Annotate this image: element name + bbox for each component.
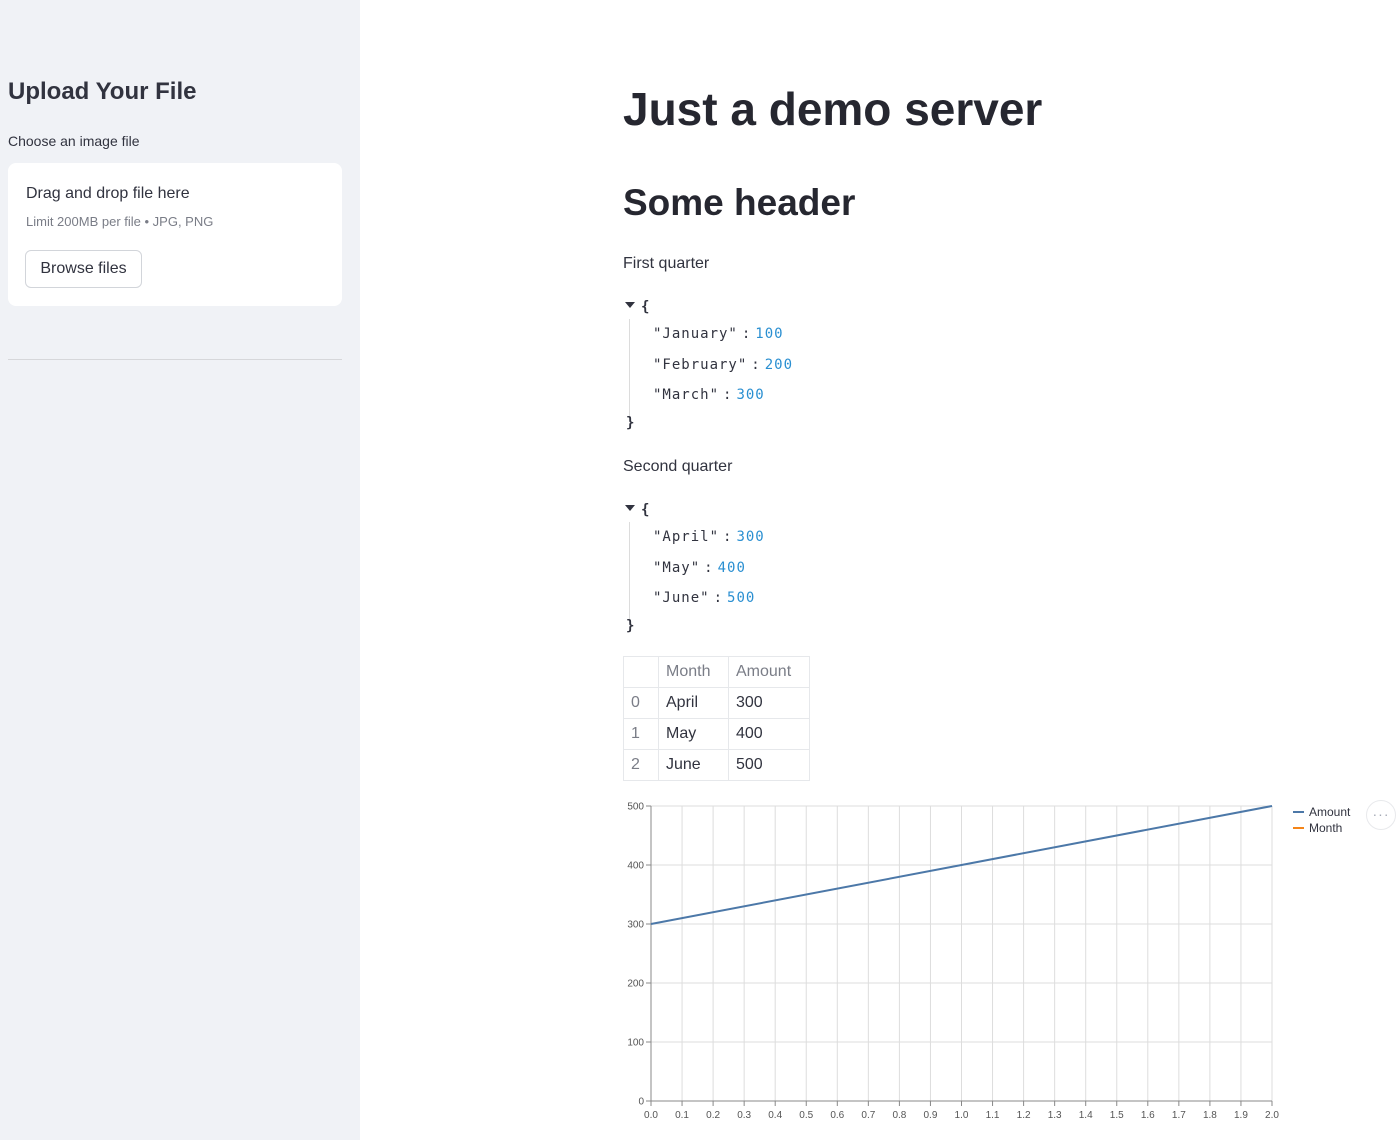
section-header: Some header bbox=[623, 182, 856, 223]
page-title: Just a demo server bbox=[623, 83, 1043, 135]
json-key: "May" bbox=[653, 560, 701, 576]
q1-caption: First quarter bbox=[623, 255, 710, 272]
x-tick-label: 1.8 bbox=[1203, 1110, 1217, 1121]
y-tick-label: 500 bbox=[627, 802, 644, 813]
collapse-toggle-icon[interactable] bbox=[625, 302, 635, 308]
line-chart: 0.0 0.1 0.2 0.3 0.4 0.5 0.6 0.7 0.8 0.9 1.0 1.1 1.2 1… bbox=[627, 802, 1351, 1122]
x-tick-label: 0.0 bbox=[644, 1110, 658, 1121]
row-index: 0 bbox=[623, 687, 659, 719]
x-tick-label: 1.3 bbox=[1048, 1110, 1062, 1121]
x-tick-label: 2.0 bbox=[1265, 1110, 1279, 1121]
chart-menu-icon[interactable]: ··· bbox=[1366, 800, 1396, 830]
table-row: 0 April 300 bbox=[623, 687, 810, 719]
x-tick-label: 1.1 bbox=[986, 1110, 1000, 1121]
x-tick-label: 0.6 bbox=[830, 1110, 844, 1121]
x-tick-label: 0.9 bbox=[923, 1110, 937, 1121]
column-header[interactable]: Amount bbox=[728, 656, 810, 688]
json-colon: : bbox=[713, 590, 724, 606]
table-cell: May bbox=[658, 718, 729, 750]
table-cell: 400 bbox=[728, 718, 810, 750]
json-indent-guide bbox=[629, 319, 630, 417]
json-key: "February" bbox=[653, 357, 748, 373]
json-indent-guide bbox=[629, 522, 630, 620]
x-tick-label: 0.2 bbox=[706, 1110, 720, 1121]
dropzone-limit: Limit 200MB per file • JPG, PNG bbox=[26, 214, 214, 229]
x-tick-label: 0.3 bbox=[737, 1110, 751, 1121]
json-key: "April" bbox=[653, 529, 720, 545]
row-index: 2 bbox=[623, 749, 659, 781]
json-open-brace: { bbox=[641, 299, 650, 315]
y-tick-label: 100 bbox=[627, 1038, 644, 1049]
json-value: 400 bbox=[717, 560, 746, 576]
json-value: 300 bbox=[736, 529, 765, 545]
y-tick-label: 400 bbox=[627, 861, 644, 872]
x-tick-label: 0.4 bbox=[768, 1110, 782, 1121]
json-key: "January" bbox=[653, 326, 738, 342]
sidebar: Upload Your File Choose an image file Dr… bbox=[0, 0, 360, 1140]
table-row: 2 June 500 bbox=[623, 749, 810, 781]
q2-caption: Second quarter bbox=[623, 458, 733, 475]
y-tick-label: 0 bbox=[638, 1097, 644, 1108]
table-cell: 300 bbox=[728, 687, 810, 719]
json-key: "March" bbox=[653, 387, 720, 403]
column-header-index bbox=[623, 656, 659, 688]
x-tick-label: 0.7 bbox=[861, 1110, 875, 1121]
table-cell: April bbox=[658, 687, 729, 719]
x-tick-label: 1.7 bbox=[1172, 1110, 1186, 1121]
x-tick-label: 1.0 bbox=[955, 1110, 969, 1121]
x-tick-label: 0.8 bbox=[892, 1110, 906, 1121]
json-close-brace: } bbox=[626, 618, 635, 634]
uploader-label: Choose an image file bbox=[8, 133, 140, 149]
file-dropzone[interactable]: Drag and drop file here Limit 200MB per … bbox=[8, 163, 342, 306]
legend-label: Month bbox=[1309, 821, 1342, 835]
x-tick-label: 1.2 bbox=[1017, 1110, 1031, 1121]
legend-label: Amount bbox=[1309, 805, 1351, 819]
json-key: "June" bbox=[653, 590, 710, 606]
json-value: 100 bbox=[755, 326, 784, 342]
json-open-brace: { bbox=[641, 502, 650, 518]
json-colon: : bbox=[751, 357, 761, 373]
y-tick-label: 200 bbox=[627, 979, 644, 990]
json-value: 300 bbox=[736, 387, 765, 403]
x-tick-label: 1.6 bbox=[1141, 1110, 1155, 1121]
collapse-toggle-icon[interactable] bbox=[625, 505, 635, 511]
x-tick-label: 1.4 bbox=[1079, 1110, 1093, 1121]
json-value: 500 bbox=[727, 590, 756, 606]
data-table: Month Amount 0 April 300 1 May 400 2 Jun… bbox=[623, 656, 810, 781]
json-viewer-q1: { "January":100 "February":200 "March":3… bbox=[623, 299, 923, 439]
x-tick-label: 1.5 bbox=[1110, 1110, 1124, 1121]
json-colon: : bbox=[723, 387, 733, 403]
json-value: 200 bbox=[764, 357, 794, 373]
json-viewer-q2: { "April":300 "May":400 "June":500 } bbox=[623, 502, 923, 642]
table-row: 1 May 400 bbox=[623, 718, 810, 750]
json-entry: "February":200 bbox=[653, 357, 793, 373]
column-header[interactable]: Month bbox=[658, 656, 729, 688]
x-tick-label: 0.1 bbox=[675, 1110, 689, 1121]
dropzone-title: Drag and drop file here bbox=[26, 185, 190, 202]
table-cell: 500 bbox=[728, 749, 810, 781]
json-entry: "March":300 bbox=[653, 387, 765, 403]
json-colon: : bbox=[723, 529, 733, 545]
row-index: 1 bbox=[623, 718, 659, 750]
json-close-brace: } bbox=[626, 415, 635, 431]
table-header-row: Month Amount bbox=[623, 656, 810, 688]
json-colon: : bbox=[704, 560, 714, 576]
json-entry: "June":500 bbox=[653, 590, 755, 606]
json-entry: "January":100 bbox=[653, 326, 784, 342]
sidebar-title: Upload Your File bbox=[8, 78, 197, 105]
x-tick-label: 1.9 bbox=[1234, 1110, 1248, 1121]
json-colon: : bbox=[741, 326, 752, 342]
y-tick-label: 300 bbox=[627, 920, 644, 931]
json-entry: "May":400 bbox=[653, 560, 746, 576]
x-tick-label: 0.5 bbox=[799, 1110, 813, 1121]
json-entry: "April":300 bbox=[653, 529, 765, 545]
browse-files-button[interactable]: Browse files bbox=[25, 250, 142, 288]
table-cell: June bbox=[658, 749, 729, 781]
sidebar-divider bbox=[8, 359, 342, 360]
